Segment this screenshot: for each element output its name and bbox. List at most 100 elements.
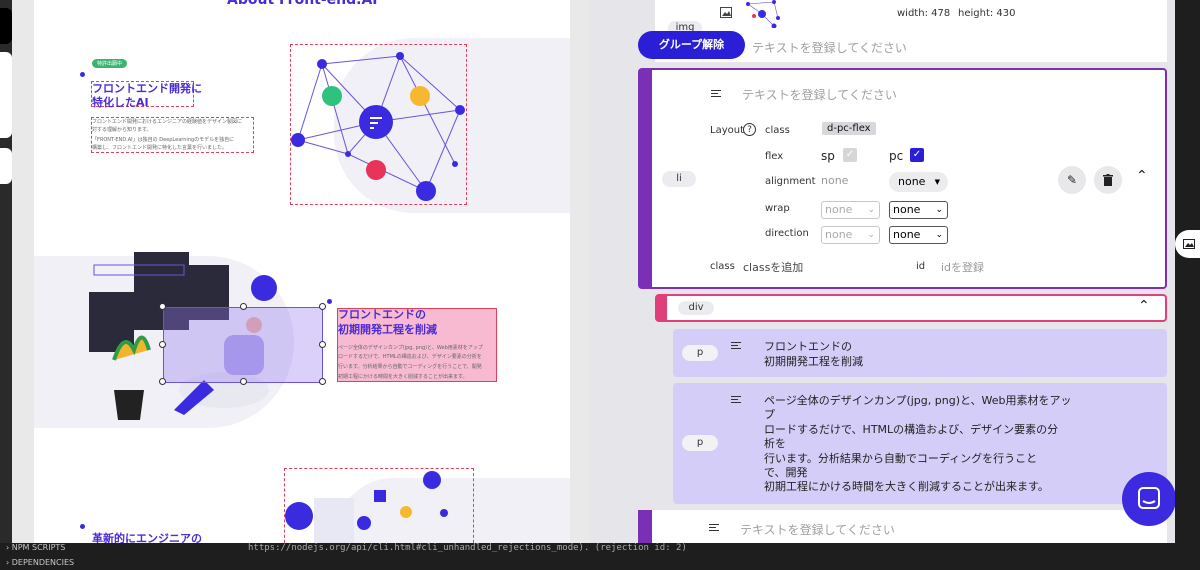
width-label: width: 478 [897,8,951,19]
direction-pc-select[interactable]: none ⌄ [889,226,948,244]
pc-checkbox[interactable]: ✓ [910,148,924,162]
li-card[interactable]: li テキストを登録してください Layout ? class d-pc-fle… [638,68,1167,289]
section3-title: 革新的にエンジニアの [92,532,202,543]
resize-handle[interactable] [159,378,166,385]
section2-title-line1: フロントエンドの [338,308,426,321]
sp-checkbox[interactable]: ✓ [843,148,857,162]
team-illustration [285,471,448,543]
text-lines-icon [709,524,719,532]
resize-handle[interactable] [240,303,247,310]
caret-down-icon: ▼ [934,178,940,186]
resize-handle[interactable] [319,341,326,348]
p-text-line: 初期工程にかける時間を大きく削減することが出来ます。 [764,480,1049,493]
chat-icon [1138,487,1160,509]
terminal-log-line: https://nodejs.org/api/cli.html#cli_unha… [248,543,687,553]
npm-scripts-section[interactable]: › NPM SCRIPTS [6,543,65,552]
bottom-card[interactable]: テキストを登録してください [638,510,1167,543]
wrap-label: wrap [765,203,790,214]
section2-body-line4: 初期工程にかける時間を大きく削減することが出来ます。 [338,374,468,380]
help-icon[interactable]: ? [743,123,756,136]
edit-icon[interactable]: ✎ [1058,166,1086,194]
alignment-label: alignment [765,176,816,187]
p-text-line: 析を [764,437,786,450]
section1-body-line1: フロントエンド開発におけるエンジニアの経験値をデザイン製図に [92,119,243,125]
chevron-down-icon: ⌄ [867,230,875,240]
preview-canvas: About Front-end.AI 特許出願中 フロントエンド開発に 特化した… [12,0,590,543]
ungroup-button[interactable]: グループ解除 [638,31,745,59]
text-lines-icon [711,90,721,98]
chat-button[interactable] [1122,472,1175,526]
resize-handle[interactable] [319,378,326,385]
resize-handle[interactable] [319,303,326,310]
toolbar-panel[interactable] [0,52,12,138]
dependencies-label: DEPENDENCIES [11,558,75,567]
bottom-class-label: class [710,261,735,272]
tag-pill: p [682,435,718,451]
pc-label: pc [889,149,904,163]
tag-pill: div [678,301,714,315]
div-card[interactable]: div ⌃ [655,294,1167,322]
alignment-pc-select[interactable]: none ▼ [889,172,948,192]
section1-title-line2: 特化したAI [92,96,149,109]
resize-handle[interactable] [159,303,166,310]
patent-tag: 特許出願中 [92,59,128,68]
direction-sp-select[interactable]: none ⌄ [821,226,880,244]
selected-element-box[interactable] [163,307,323,383]
trash-icon[interactable] [1094,166,1122,194]
editor-gutter [1175,0,1200,543]
selection-dot [80,72,85,77]
section2-body-line1: ページ全体のデザインカンプ(jpg, png)と、Web用素材をアップ [338,345,483,351]
chevron-right-icon: › [6,558,10,567]
flex-label: flex [765,151,784,162]
bottom-card-stripe [638,510,652,543]
p-text-line: 行います。分析結果から自動でコーディングを行うこと [764,452,1038,465]
network-illustration [291,52,465,201]
image-thumbnail [746,0,780,28]
wrap-sp-select[interactable]: none ⌄ [821,201,880,219]
left-toolbar [0,0,12,543]
id-input[interactable]: idを登録 [941,259,984,275]
toolbar-handle[interactable] [0,8,12,44]
toolbar-toggle[interactable] [0,148,12,184]
wrap-pc-value: none [893,203,921,216]
resize-handle[interactable] [240,378,247,385]
li-card-stripe [640,70,652,287]
chevron-down-icon: ⌄ [867,205,875,215]
direction-label: direction [765,228,809,239]
sp-label: sp [821,149,835,163]
section1-body-line3: 「FRONT-END.AI」は独自の DeepLearningのモデルを独自に [92,137,235,143]
chevron-down-icon: ⌄ [935,205,943,215]
p-card[interactable]: p フロントエンドの 初期開発工程を削減 [673,329,1167,377]
p-text-line: ページ全体のデザインカンプ(jpg, png)と、Web用素材をアッ [764,394,1072,407]
npm-scripts-label: NPM SCRIPTS [11,543,66,552]
section2-title-line2: 初期開発工程を削減 [338,323,437,336]
text-placeholder[interactable]: テキストを登録してください [740,521,895,538]
text-placeholder[interactable]: テキストを登録してください [742,86,897,103]
chevron-up-icon[interactable]: ⌃ [1138,298,1150,314]
class-label: class [765,125,790,136]
section2-body-line2: ロードするだけで、HTMLの構造および、デザイン要素の分析を [338,354,482,360]
wrap-pc-select[interactable]: none ⌄ [889,201,948,219]
p-card[interactable]: p ページ全体のデザインカンプ(jpg, png)と、Web用素材をアッ プ ロ… [673,383,1167,504]
terminal-panel: › NPM SCRIPTS › DEPENDENCIES https://nod… [0,543,1200,570]
p-text-line: 初期開発工程を削減 [764,355,863,368]
p-text-line: ロードするだけで、HTMLの構造および、デザイン要素の分 [764,423,1059,436]
alignment-pc-value: none [898,175,926,188]
element-tree-panel: img width: 478 height: 430 テキストを登録してください… [590,0,1175,543]
class-chip[interactable]: d-pc-flex [822,122,876,135]
chevron-up-icon[interactable]: ⌃ [1136,168,1148,184]
resize-handle[interactable] [159,341,166,348]
tag-pill: li [662,171,696,187]
section1-body-line2: 対する理解から知ります。 [92,127,152,133]
dependencies-section[interactable]: › DEPENDENCIES [6,558,74,567]
text-lines-icon [731,396,741,404]
direction-pc-value: none [893,228,921,241]
section1-body-line4: 構築し、フロントエンド開発に特化した言葉を行いました。 [92,145,228,151]
p-text-line: プ [764,408,775,421]
image-icon[interactable] [1175,230,1200,258]
text-placeholder[interactable]: テキストを登録してください [752,39,907,56]
tag-pill: p [682,345,718,361]
class-input[interactable]: classを追加 [743,259,803,275]
p-text-line: で、開発 [764,466,808,479]
selection-dot [80,524,85,529]
